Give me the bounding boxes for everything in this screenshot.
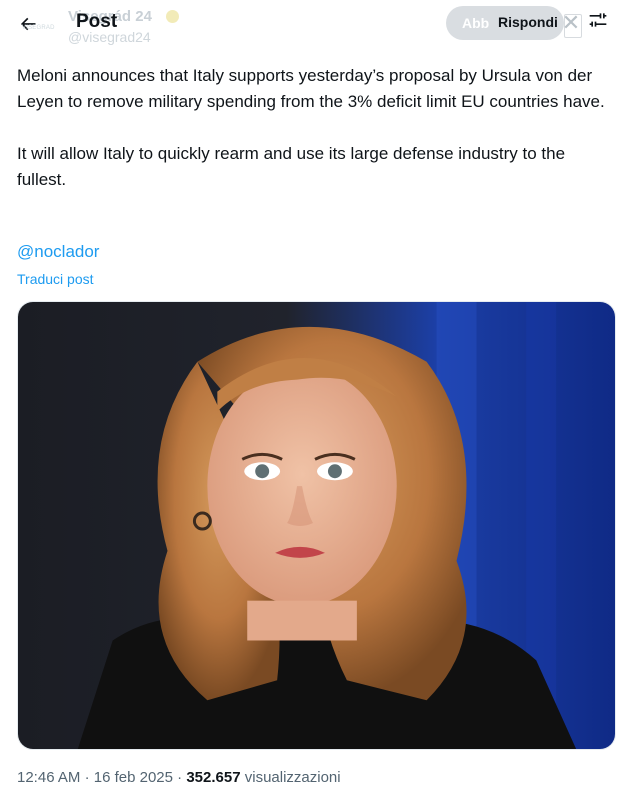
tweet-paragraph: Meloni announces that Italy supports yes… [17, 66, 605, 111]
post-meta: 12:46 AM · 16 feb 2025 · 352.657 visuali… [17, 769, 341, 786]
reply-button[interactable]: Rispondi [498, 14, 558, 30]
follow-button-label: Abb [462, 15, 490, 31]
settings-button[interactable] [588, 10, 610, 32]
sliders-icon [589, 13, 607, 27]
tiny-logo: VISEGRAD [22, 25, 55, 31]
tweet-paragraph: It will allow Italy to quickly rearm and… [17, 144, 566, 189]
post-date[interactable]: 16 feb 2025 [94, 769, 173, 786]
arrow-left-icon [20, 17, 36, 31]
tweet-media-image[interactable] [17, 301, 616, 750]
post-time[interactable]: 12:46 AM [17, 769, 80, 786]
x-close-icon[interactable]: ✕ [556, 8, 586, 38]
back-button[interactable] [10, 6, 46, 42]
verified-badge-icon [166, 10, 179, 23]
tweet-text: Meloni announces that Italy supports yes… [17, 63, 617, 193]
translate-post-link[interactable]: Traduci post [17, 271, 94, 287]
top-bar: VISEGRAD Visegrád 24 @visegrad24 Post Ab… [0, 0, 633, 48]
mention-link[interactable]: @noclador [17, 242, 99, 262]
views-label: visualizzazioni [244, 769, 341, 786]
page-title: Post [76, 11, 118, 32]
meta-separator: · [177, 769, 183, 786]
meta-separator: · [84, 769, 90, 786]
views-count: 352.657 [186, 769, 241, 786]
portrait-photo [18, 302, 615, 749]
